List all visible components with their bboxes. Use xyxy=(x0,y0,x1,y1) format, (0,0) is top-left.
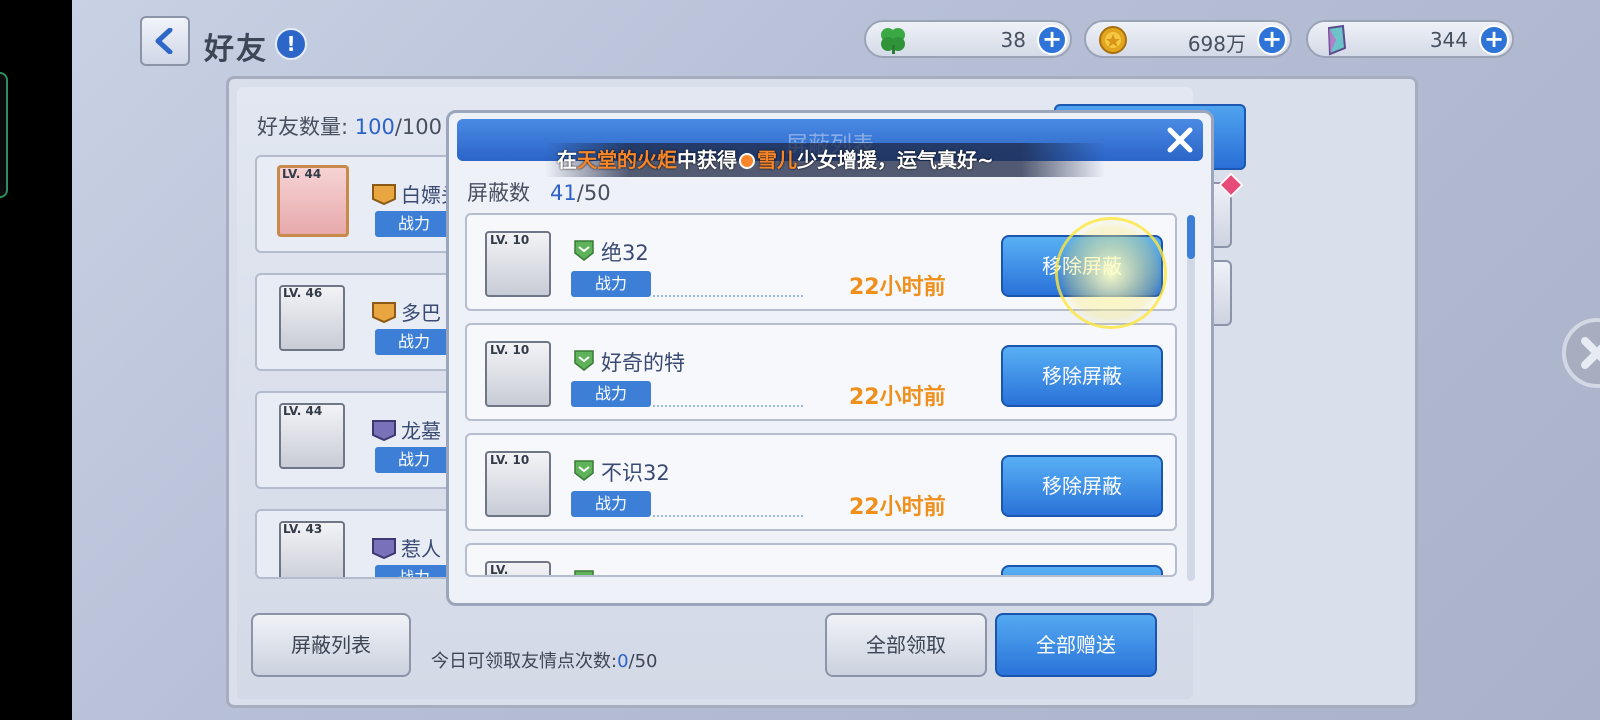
shield-icon xyxy=(574,240,594,261)
level-label: LV. xyxy=(490,563,509,577)
gift-icon xyxy=(739,153,755,169)
block-list-modal: 屏蔽列表 在天堂的火炬中获得雪儿少女增援，运气真好~ 屏蔽数 41/50 LV.… xyxy=(446,110,1214,606)
power-label: 战力 xyxy=(375,329,453,355)
divider xyxy=(653,405,803,407)
friend-name: 龙墓 xyxy=(401,419,441,443)
crystal-icon xyxy=(1318,23,1352,57)
block-count-max: /50 xyxy=(576,181,611,205)
rank-badge-icon xyxy=(372,302,396,323)
blocked-time: 22小时前 xyxy=(849,495,946,520)
unblock-button[interactable] xyxy=(1001,565,1163,575)
rank-badge-icon xyxy=(372,538,396,559)
gift-all-button[interactable]: 全部赠送 xyxy=(995,613,1157,677)
friend-name: 惹人 xyxy=(401,537,441,561)
clover-icon xyxy=(876,23,910,57)
tap-glow-effect xyxy=(1055,217,1167,329)
avatar: LV. 46 xyxy=(279,285,345,351)
back-button[interactable] xyxy=(140,16,190,66)
ticker-text: 在 xyxy=(557,148,577,172)
avatar: LV. 10 xyxy=(485,231,551,297)
blocked-user-row: LV. 10 不识32 战力 22小时前 移除屏蔽 xyxy=(465,433,1177,531)
page-title: 好友 xyxy=(204,32,268,67)
avatar: LV. 10 xyxy=(485,451,551,517)
power-label: 战力 xyxy=(571,491,651,517)
level-label: LV. 44 xyxy=(282,167,322,181)
daily-friendship-count: 今日可领取友情点次数:0/50 xyxy=(431,647,658,673)
divider xyxy=(653,515,803,517)
level-label: LV. 10 xyxy=(490,343,530,357)
ticker-text: 中获得 xyxy=(677,148,737,172)
game-screen: 好友 ! 38 + 698万 + 344 + 好友数量: 100/100 LV.… xyxy=(72,0,1600,720)
scrollbar[interactable] xyxy=(1187,215,1195,581)
gold-coin-icon xyxy=(1096,23,1130,57)
power-label: 战力 xyxy=(571,271,651,297)
block-count-current: 41 xyxy=(550,181,577,205)
block-count-label: 屏蔽数 xyxy=(467,181,530,205)
add-crystal-button[interactable]: + xyxy=(1479,25,1509,55)
shield-icon xyxy=(574,350,594,371)
daily-label: 今日可领取友情点次数: xyxy=(431,651,618,672)
avatar: LV. 44 xyxy=(277,165,349,237)
close-icon[interactable] xyxy=(1163,123,1197,157)
friend-count-max: /100 xyxy=(394,115,443,139)
daily-current: 0 xyxy=(617,651,629,672)
add-gold-button[interactable]: + xyxy=(1257,25,1287,55)
friend-count: 好友数量: 100/100 xyxy=(257,111,442,141)
block-count: 屏蔽数 41/50 xyxy=(467,177,611,207)
close-icon[interactable] xyxy=(1562,318,1600,388)
resource-gold: 698万 + xyxy=(1084,20,1292,58)
add-clover-button[interactable]: + xyxy=(1037,25,1067,55)
blocked-user-row: LV. 10 好奇的特 战力 22小时前 移除屏蔽 xyxy=(465,323,1177,421)
shield-icon xyxy=(574,460,594,481)
avatar: LV. 44 xyxy=(279,403,345,469)
resource-value: 344 xyxy=(1429,28,1468,52)
block-list-button[interactable]: 屏蔽列表 xyxy=(251,613,411,677)
ticker-place: 天堂的火炬 xyxy=(577,148,677,172)
blocked-user-name: 绝32 xyxy=(601,241,649,265)
level-label: LV. 44 xyxy=(283,404,323,418)
avatar: LV. xyxy=(485,561,551,577)
level-label: LV. 10 xyxy=(490,453,530,467)
scrollbar-thumb[interactable] xyxy=(1187,215,1195,259)
blocked-user-name: 好奇的特 xyxy=(601,351,685,375)
blocked-user-name: 不识32 xyxy=(601,461,670,485)
power-label: 战力 xyxy=(375,447,453,473)
power-label: 战力 xyxy=(375,211,453,237)
unblock-button[interactable]: 移除屏蔽 xyxy=(1001,455,1163,517)
level-label: LV. 46 xyxy=(283,286,323,300)
rank-badge-icon xyxy=(372,184,396,205)
chevron-left-icon xyxy=(155,28,173,54)
ticker-text: 少女增援，运气真好~ xyxy=(797,148,994,172)
rank-badge-icon xyxy=(372,420,396,441)
level-label: LV. 43 xyxy=(283,522,323,536)
daily-max: /50 xyxy=(628,651,658,672)
side-edge-button[interactable] xyxy=(0,72,8,198)
resource-crystal: 344 + xyxy=(1306,20,1514,58)
avatar: LV. 10 xyxy=(485,341,551,407)
announcement-ticker: 在天堂的火炬中获得 雪儿少女增援，运气真好~ xyxy=(545,143,1105,177)
blocked-time: 22小时前 xyxy=(849,275,946,300)
claim-all-button[interactable]: 全部领取 xyxy=(825,613,987,677)
power-label: 战力 xyxy=(571,381,651,407)
unblock-button[interactable]: 移除屏蔽 xyxy=(1001,345,1163,407)
friend-count-current: 100 xyxy=(354,115,395,139)
power-label: 战力 xyxy=(375,565,453,577)
resource-value: 38 xyxy=(1000,28,1026,52)
level-label: LV. 10 xyxy=(490,233,530,247)
divider xyxy=(653,295,803,297)
resource-clover: 38 + xyxy=(864,20,1072,58)
ticker-item: 雪儿 xyxy=(757,148,797,172)
avatar: LV. 43 xyxy=(279,521,345,577)
shield-icon xyxy=(574,570,594,575)
blocked-user-row: LV. xyxy=(465,543,1177,577)
friend-name: 多巴 xyxy=(401,301,441,325)
friend-count-label: 好友数量: xyxy=(257,115,349,139)
blocked-time: 22小时前 xyxy=(849,385,946,410)
help-icon[interactable]: ! xyxy=(275,28,307,60)
resource-value: 698万 xyxy=(1187,32,1246,56)
